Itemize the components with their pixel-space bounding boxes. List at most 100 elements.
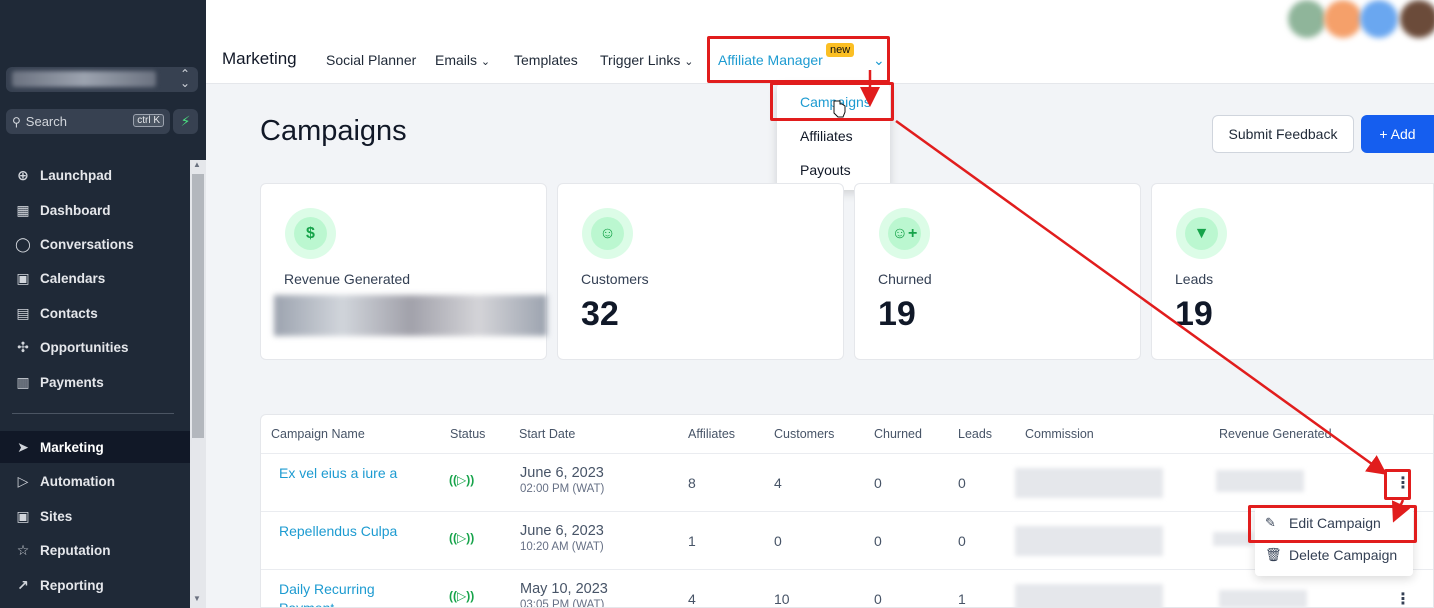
chevron-down-icon[interactable]: ⌄ <box>873 52 885 69</box>
affiliates-cell: 1 <box>688 533 696 549</box>
network-icon: ✣ <box>17 338 29 355</box>
date-text: June 6, 2023 <box>520 465 604 481</box>
sidebar-item-payments[interactable]: ▥ Payments <box>0 366 190 398</box>
sidebar-item-reporting[interactable]: ↗ Reporting <box>0 569 190 601</box>
column-header[interactable]: Customers <box>774 427 834 441</box>
column-header[interactable]: Revenue Generated <box>1219 427 1332 441</box>
column-header[interactable]: Status <box>450 427 485 441</box>
stat-card-customers: ☺ Customers 32 <box>557 183 844 360</box>
date-text: May 10, 2023 <box>520 581 608 597</box>
menu-item-campaigns[interactable]: Campaigns <box>800 94 871 110</box>
customers-cell: 4 <box>774 475 782 491</box>
icon-wrap: ☺ <box>582 208 633 259</box>
avatar[interactable] <box>1400 0 1434 38</box>
search-placeholder: Search <box>25 114 67 129</box>
column-header[interactable]: Affiliates <box>688 427 735 441</box>
leads-cell: 0 <box>958 533 966 549</box>
campaign-name-link[interactable]: Daily Recurring Payment <box>279 580 399 607</box>
stat-value: 19 <box>878 295 916 333</box>
column-header[interactable]: Leads <box>958 427 992 441</box>
tab-affiliate-manager[interactable]: Affiliate Manager <box>718 52 823 68</box>
column-header[interactable]: Commission <box>1025 427 1094 441</box>
sidebar-item-reputation[interactable]: ☆ Reputation <box>0 534 190 566</box>
new-badge: new <box>826 43 855 57</box>
sidebar-item-label: Calendars <box>40 270 106 286</box>
tab-emails-label: Emails <box>435 52 478 68</box>
stat-value-redacted <box>274 295 547 336</box>
search-shortcut: ctrl K <box>133 114 164 127</box>
sidebar-item-label: Payments <box>40 374 104 390</box>
trash-icon: 🗑 <box>1265 547 1282 562</box>
sidebar-item-marketing[interactable]: ➤ Marketing <box>0 431 190 463</box>
column-header[interactable]: Start Date <box>519 427 575 441</box>
more-vertical-icon[interactable]: ⋮ <box>1395 473 1411 493</box>
sidebar-item-conversations[interactable]: ◯ Conversations <box>0 228 190 260</box>
stat-card-churned: ☺+ Churned 19 <box>854 183 1141 360</box>
send-icon: ➤ <box>17 438 29 455</box>
edit-campaign-menu-item[interactable]: ✎ Edit Campaign <box>1265 515 1381 531</box>
broadcast-icon: ((▷)) <box>449 473 475 487</box>
avatar[interactable] <box>1324 0 1362 38</box>
sidebar-item-sites[interactable]: ▣ Sites <box>0 500 190 532</box>
sidebar-item-label: Launchpad <box>40 167 113 183</box>
sidebar-item-label: Opportunities <box>40 339 129 355</box>
sidebar-item-label: Reputation <box>40 542 111 558</box>
icon-wrap: $ <box>285 208 336 259</box>
payments-icon: ▥ <box>16 373 30 390</box>
menu-item-payouts[interactable]: Payouts <box>800 162 851 178</box>
customers-cell: 0 <box>774 533 782 549</box>
column-header[interactable]: Campaign Name <box>271 427 365 441</box>
menu-item-label: Delete Campaign <box>1289 547 1398 563</box>
sites-icon: ▣ <box>16 507 30 524</box>
commission-redacted <box>1015 526 1163 556</box>
automation-icon: ▷ <box>17 472 29 489</box>
row-action-menu: ✎ Edit Campaign 🗑 Delete Campaign <box>1255 507 1413 576</box>
scroll-up-icon[interactable]: ▲ <box>193 160 201 169</box>
tab-social-planner[interactable]: Social Planner <box>326 52 416 68</box>
churned-cell: 0 <box>874 591 882 607</box>
more-vertical-icon[interactable]: ⋮ <box>1395 589 1411 607</box>
star-icon: ☆ <box>16 541 30 558</box>
quick-actions-button[interactable]: ⚡ <box>173 109 198 134</box>
table-row: Ex vel eius a iure a ((▷)) June 6, 2023 0… <box>261 454 1433 512</box>
sidebar-item-contacts[interactable]: ▤ Contacts <box>0 297 190 329</box>
delete-campaign-menu-item[interactable]: 🗑 Delete Campaign <box>1265 547 1397 563</box>
menu-item-affiliates[interactable]: Affiliates <box>800 128 853 144</box>
dollar-icon: $ <box>294 217 327 250</box>
churned-cell: 0 <box>874 475 882 491</box>
sidebar-item-label: Reporting <box>40 577 104 593</box>
avatar[interactable] <box>1360 0 1398 38</box>
tab-trigger-links[interactable]: Trigger Links ⌄ <box>600 52 694 68</box>
account-switcher[interactable]: ⌃ ⌄ <box>6 67 198 92</box>
stat-label: Churned <box>878 271 932 287</box>
chevron-updown-icon: ⌃ ⌄ <box>179 67 190 90</box>
campaign-name-link[interactable]: Repellendus Culpa <box>279 522 399 541</box>
search-input[interactable]: ⚲ Search ctrl K <box>6 109 170 134</box>
submit-feedback-button[interactable]: Submit Feedback <box>1212 115 1354 153</box>
funnel-icon: ▼ <box>1185 217 1218 250</box>
sidebar-item-label: Dashboard <box>40 202 111 218</box>
tab-templates[interactable]: Templates <box>514 52 578 68</box>
trend-icon: ↗ <box>17 576 29 593</box>
leads-cell: 1 <box>958 591 966 607</box>
sidebar-scroll-thumb[interactable] <box>192 174 204 438</box>
affiliates-cell: 4 <box>688 591 696 607</box>
tab-emails[interactable]: Emails ⌄ <box>435 52 490 68</box>
customers-cell: 10 <box>774 591 790 607</box>
account-name-redacted <box>12 71 156 87</box>
scroll-down-icon[interactable]: ▼ <box>193 594 201 603</box>
sidebar-item-dashboard[interactable]: ▦ Dashboard <box>0 194 190 226</box>
avatar[interactable] <box>1288 0 1326 38</box>
chevron-down-icon: ⌄ <box>684 56 694 68</box>
user-avatars[interactable] <box>1288 0 1434 38</box>
campaign-name-link[interactable]: Ex vel eius a iure a <box>279 464 399 483</box>
sidebar-item-calendars[interactable]: ▣ Calendars <box>0 262 190 294</box>
sidebar-item-launchpad[interactable]: ⊕ Launchpad <box>0 159 190 191</box>
time-text: 03:05 PM (WAT) <box>520 599 605 608</box>
start-date: May 10, 2023 03:05 PM (WAT) <box>520 581 608 608</box>
sidebar-item-opportunities[interactable]: ✣ Opportunities <box>0 331 190 363</box>
column-header[interactable]: Churned <box>874 427 922 441</box>
commission-redacted <box>1015 468 1163 498</box>
sidebar-item-automation[interactable]: ▷ Automation <box>0 465 190 497</box>
add-button[interactable]: + Add <box>1361 115 1434 153</box>
